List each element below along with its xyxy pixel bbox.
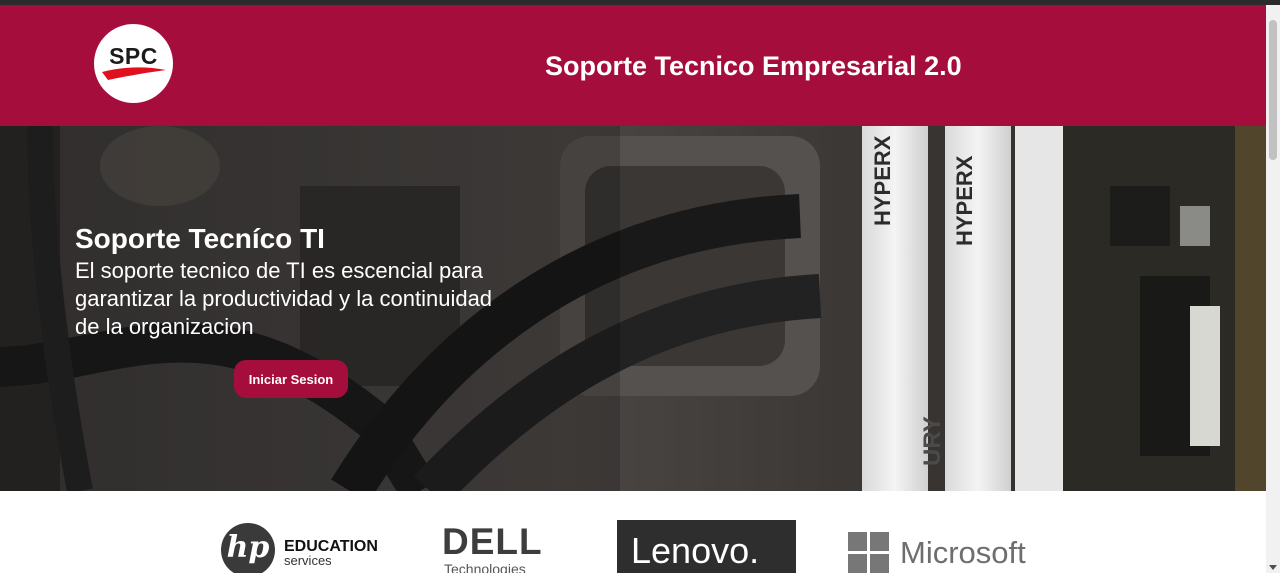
brand-logos: hp EDUCATION services DELL Technologies … — [0, 491, 1266, 573]
site-header: SPC Soporte Tecnico Empresarial 2.0 — [0, 5, 1266, 126]
microsoft-name: Microsoft — [900, 535, 1026, 570]
page-scrollbar[interactable] — [1266, 5, 1280, 573]
microsoft-grid-icon — [848, 532, 889, 573]
ram-label: HYPERX — [870, 135, 895, 226]
hp-mark-icon: hp — [221, 523, 275, 573]
hp-services-text: services — [284, 553, 332, 568]
dell-name: DELL — [442, 521, 543, 562]
hero-banner: HYPERX HYPERX URY Soporte Tecníco TI El … — [0, 126, 1266, 491]
ram-label-2: HYPERX — [952, 155, 977, 246]
scroll-down-arrow-icon[interactable] — [1269, 565, 1277, 570]
lenovo-logo[interactable]: Lenovo. — [617, 520, 796, 573]
scrollbar-thumb[interactable] — [1269, 20, 1277, 160]
login-button[interactable]: Iniciar Sesion — [234, 360, 348, 398]
dell-subtitle: Technologies — [444, 561, 526, 573]
hero-title: Soporte Tecníco TI — [75, 223, 325, 254]
spc-logo[interactable]: SPC — [94, 24, 173, 103]
site-title: Soporte Tecnico Empresarial 2.0 — [545, 51, 962, 81]
ram-label-3: URY — [919, 416, 946, 466]
hero-description: El soporte tecnico de TI es escencial pa… — [75, 258, 493, 339]
logo-text: SPC — [109, 43, 158, 69]
